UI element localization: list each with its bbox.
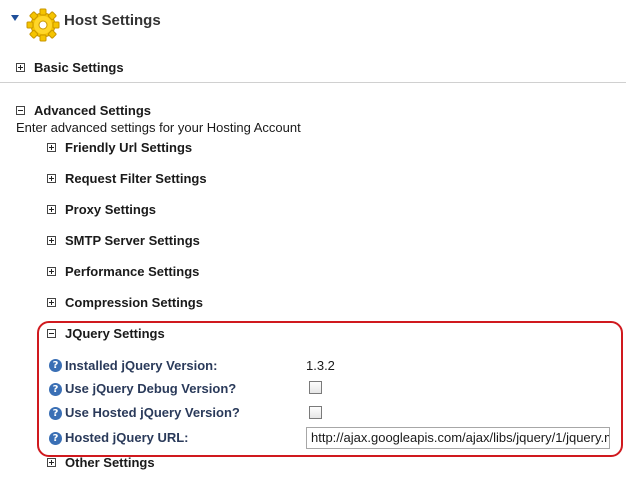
collapse-icon[interactable]	[16, 105, 25, 115]
section-description: Enter advanced settings for your Hosting…	[16, 120, 301, 135]
hosted-url-label: Hosted jQuery URL:	[65, 430, 189, 445]
installed-version-label: Installed jQuery Version:	[65, 358, 218, 373]
subsection-other[interactable]: Other Settings	[47, 454, 155, 470]
debug-version-label: Use jQuery Debug Version?	[65, 381, 237, 396]
subsection-proxy[interactable]: Proxy Settings	[47, 201, 156, 217]
divider	[0, 82, 626, 83]
subsection-friendly-url[interactable]: Friendly Url Settings	[47, 139, 192, 155]
installed-version-value: 1.3.2	[306, 358, 335, 373]
section-basic-settings[interactable]: Basic Settings	[16, 59, 124, 75]
expand-icon[interactable]	[47, 457, 56, 467]
help-icon[interactable]: ?	[49, 407, 62, 420]
gear-icon	[26, 8, 60, 42]
expand-icon[interactable]	[47, 173, 56, 183]
expand-icon[interactable]	[47, 235, 56, 245]
subsection-label: Other Settings	[65, 454, 155, 470]
subsection-label: Performance Settings	[65, 263, 200, 279]
expand-icon[interactable]	[16, 62, 25, 72]
expand-icon[interactable]	[47, 142, 56, 152]
page-title: Host Settings	[64, 12, 161, 29]
subsection-label: Request Filter Settings	[65, 170, 207, 186]
subsection-label: Compression Settings	[65, 294, 203, 310]
debug-version-checkbox[interactable]	[309, 381, 322, 394]
collapse-icon[interactable]	[47, 328, 56, 338]
subsection-request-filter[interactable]: Request Filter Settings	[47, 170, 207, 186]
subsection-compression[interactable]: Compression Settings	[47, 294, 203, 310]
expand-icon[interactable]	[47, 266, 56, 276]
help-icon[interactable]: ?	[49, 359, 62, 372]
subsection-smtp[interactable]: SMTP Server Settings	[47, 232, 200, 248]
subsection-label: JQuery Settings	[65, 325, 165, 341]
expand-icon[interactable]	[47, 297, 56, 307]
subsection-performance[interactable]: Performance Settings	[47, 263, 199, 279]
help-icon[interactable]: ?	[49, 383, 62, 396]
section-label: Advanced Settings	[34, 102, 152, 118]
subsection-jquery[interactable]: JQuery Settings	[47, 325, 165, 341]
hosted-version-checkbox[interactable]	[309, 406, 322, 419]
subsection-label: Proxy Settings	[65, 201, 157, 217]
help-icon[interactable]: ?	[49, 432, 62, 445]
hosted-url-input[interactable]: http://ajax.googleapis.com/ajax/libs/jqu…	[306, 427, 610, 449]
hosted-version-label: Use Hosted jQuery Version?	[65, 405, 240, 420]
section-label: Basic Settings	[34, 59, 124, 75]
section-advanced-settings[interactable]: Advanced Settings	[16, 102, 151, 118]
expand-icon[interactable]	[47, 204, 56, 214]
collapse-arrow-icon[interactable]	[11, 15, 19, 21]
subsection-label: Friendly Url Settings	[65, 139, 193, 155]
subsection-label: SMTP Server Settings	[65, 232, 200, 248]
